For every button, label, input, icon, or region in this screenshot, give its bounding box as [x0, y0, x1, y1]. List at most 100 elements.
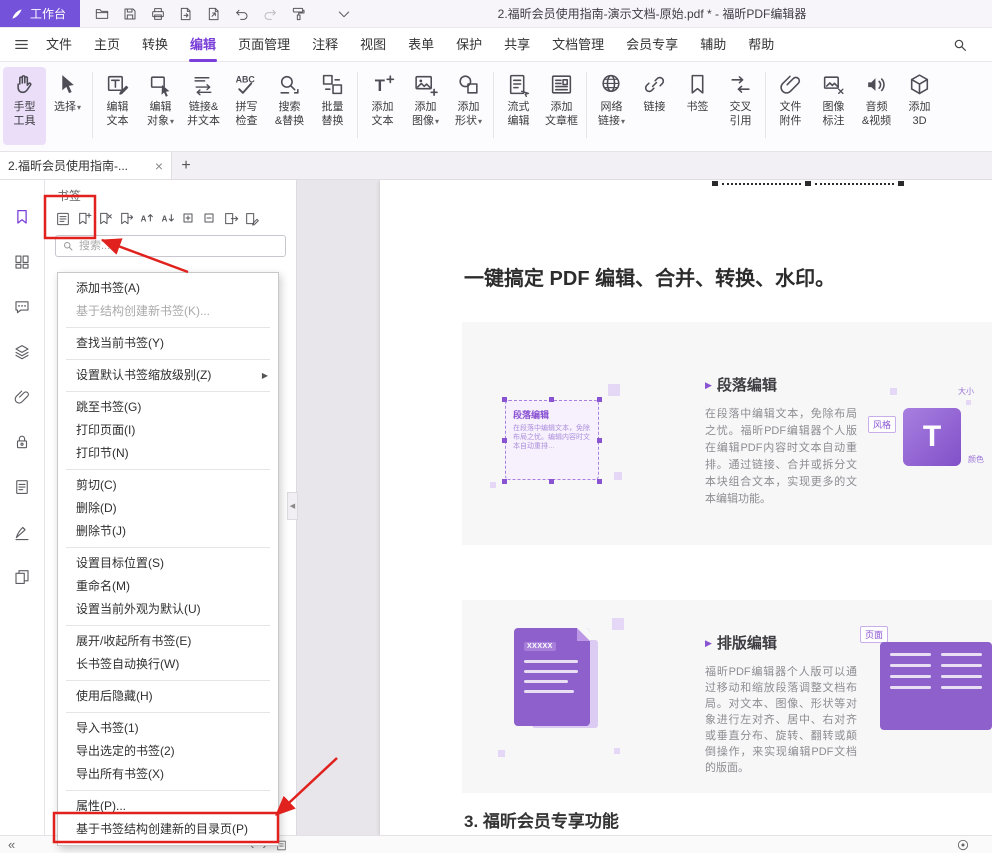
customize-toolbar-icon[interactable]: [336, 6, 352, 22]
context-menu-item[interactable]: 跳至书签(G): [58, 396, 278, 419]
bookmark-search[interactable]: [55, 235, 286, 257]
attachments-panel-icon[interactable]: [13, 388, 31, 406]
bookmarks-panel-icon[interactable]: [13, 208, 31, 226]
ribbon-file-attachment[interactable]: 文件附件: [769, 67, 812, 145]
context-menu-item[interactable]: 删除(D): [58, 497, 278, 520]
context-menu-item[interactable]: 基于书签结构创建新的目录页(P): [58, 818, 278, 841]
context-menu-item[interactable]: 打印页面(I): [58, 419, 278, 442]
menu-comment[interactable]: 注释: [301, 28, 349, 62]
menu-doc-manage[interactable]: 文档管理: [541, 28, 615, 62]
cross-reference-icon: [728, 72, 753, 97]
ribbon-search-replace[interactable]: 搜索&替换: [268, 67, 311, 145]
ribbon-add-article-box[interactable]: 添加文章框: [540, 67, 583, 145]
ribbon-audio-video[interactable]: 音频&视频: [855, 67, 898, 145]
ribbon-link[interactable]: 链接: [633, 67, 676, 145]
export-bookmarks-icon[interactable]: [223, 211, 239, 227]
redo-icon[interactable]: [262, 6, 278, 22]
ribbon-add-image[interactable]: 添加图像▾: [404, 67, 447, 145]
menu-help[interactable]: 帮助: [737, 28, 785, 62]
fields-panel-icon[interactable]: [13, 478, 31, 496]
collapse-bookmarks-icon[interactable]: [202, 211, 218, 227]
context-menu-item[interactable]: 基于结构创建新书签(K)...: [58, 300, 278, 323]
layers-panel-icon[interactable]: [13, 343, 31, 361]
security-panel-icon[interactable]: [13, 433, 31, 451]
ribbon-web-link[interactable]: 网络链接▾: [590, 67, 633, 145]
context-menu-item[interactable]: 导入书签(1): [58, 717, 278, 740]
card-body: 福昕PDF编辑器个人版可以通过移动和缩放段落调整文档布局。对文本、图像、形状等对…: [705, 664, 857, 776]
context-menu-item[interactable]: 设置默认书签缩放级别(Z)▶: [58, 364, 278, 387]
share-doc-icon[interactable]: [206, 6, 222, 22]
menu-home[interactable]: 主页: [83, 28, 131, 62]
demote-bookmark-icon[interactable]: A: [160, 211, 176, 227]
context-menu-item[interactable]: 设置当前外观为默认(U): [58, 598, 278, 621]
ribbon-add-3d[interactable]: 添加3D: [898, 67, 941, 145]
ribbon-bookmark[interactable]: 书签: [676, 67, 719, 145]
context-menu-item[interactable]: 使用后隐藏(H): [58, 685, 278, 708]
ribbon-hand-tool[interactable]: 手型工具: [3, 67, 46, 145]
signature-panel-icon[interactable]: [13, 523, 31, 541]
export-pdf-icon[interactable]: [178, 6, 194, 22]
context-menu-item[interactable]: 展开/收起所有书签(E): [58, 630, 278, 653]
menu-edit[interactable]: 编辑: [179, 28, 227, 62]
context-menu-item[interactable]: 导出所有书签(X): [58, 763, 278, 786]
bookmark-properties-icon[interactable]: [244, 211, 260, 227]
ribbon-batch-replace[interactable]: 批量替换: [311, 67, 354, 145]
ribbon-flow-edit[interactable]: 流式编辑: [497, 67, 540, 145]
context-menu-item[interactable]: 剪切(C): [58, 474, 278, 497]
context-menu-item[interactable]: 添加书签(A): [58, 277, 278, 300]
document-area[interactable]: 一键搞定 PDF 编辑、合并、转换、水印。 段落编辑 在段落中编辑文本，免除布局…: [298, 180, 992, 835]
context-menu-item[interactable]: 打印节(N): [58, 442, 278, 465]
page-badge: 页面: [860, 626, 888, 643]
menu-page-manage[interactable]: 页面管理: [227, 28, 301, 62]
ribbon-select-tool[interactable]: 选择▾: [46, 67, 89, 145]
menu-convert[interactable]: 转换: [131, 28, 179, 62]
focus-mode-icon[interactable]: [956, 838, 970, 852]
context-menu-item[interactable]: 删除节(J): [58, 520, 278, 543]
context-menu-item[interactable]: 查找当前书签(Y): [58, 332, 278, 355]
collapse-panels-icon[interactable]: «: [8, 837, 15, 853]
context-menu-item[interactable]: 属性(P)...: [58, 795, 278, 818]
format-painter-icon[interactable]: [290, 6, 306, 22]
open-file-icon[interactable]: [94, 6, 110, 22]
context-menu-item[interactable]: 长书签自动换行(W): [58, 653, 278, 676]
promote-bookmark-icon[interactable]: A: [139, 211, 155, 227]
tab-close-icon[interactable]: ×: [155, 159, 163, 173]
ribbon-add-text[interactable]: T添加文本: [361, 67, 404, 145]
ribbon-link-join-text[interactable]: 链接&并文本: [182, 67, 225, 145]
menu-form[interactable]: 表单: [397, 28, 445, 62]
bookmark-search-input[interactable]: [79, 240, 279, 252]
ribbon-add-shape[interactable]: 添加形状▾: [447, 67, 490, 145]
collapse-panel-handle[interactable]: ◀: [287, 492, 298, 520]
new-tab-button[interactable]: +: [172, 152, 200, 179]
undo-icon[interactable]: [234, 6, 250, 22]
save-icon[interactable]: [122, 6, 138, 22]
hamburger-menu-icon[interactable]: [13, 36, 30, 53]
print-icon[interactable]: [150, 6, 166, 22]
menu-view[interactable]: 视图: [349, 28, 397, 62]
context-menu-item[interactable]: 导出选定的书签(2): [58, 740, 278, 763]
ribbon-image-annotation[interactable]: 图像标注: [812, 67, 855, 145]
ribbon-spell-check[interactable]: ABC拼写检查: [225, 67, 268, 145]
ribbon-edit-object[interactable]: 编辑对象▾: [139, 67, 182, 145]
menu-protect[interactable]: 保护: [445, 28, 493, 62]
ribbon-label: 替换: [322, 114, 344, 128]
menu-share[interactable]: 共享: [493, 28, 541, 62]
menu-assist[interactable]: 辅助: [689, 28, 737, 62]
menu-file[interactable]: 文件: [35, 28, 83, 62]
destinations-panel-icon[interactable]: [13, 568, 31, 586]
expand-bookmarks-icon[interactable]: [181, 211, 197, 227]
context-menu-item[interactable]: 重命名(M): [58, 575, 278, 598]
menu-member[interactable]: 会员专享: [615, 28, 689, 62]
comments-panel-icon[interactable]: [13, 298, 31, 316]
set-destination-icon[interactable]: [118, 211, 134, 227]
add-bookmark-icon[interactable]: [76, 211, 92, 227]
ribbon-cross-reference[interactable]: 交叉引用: [719, 67, 762, 145]
create-toc-page-icon[interactable]: [55, 211, 71, 227]
page-thumbnails-icon[interactable]: [13, 253, 31, 271]
context-menu-item[interactable]: 设置目标位置(S): [58, 552, 278, 575]
document-tab[interactable]: 2.福昕会员使用指南-... ×: [0, 152, 172, 179]
delete-bookmark-icon[interactable]: [97, 211, 113, 227]
search-icon[interactable]: [952, 37, 968, 53]
workspace-button[interactable]: 工作台: [0, 0, 80, 27]
ribbon-edit-text[interactable]: 编辑文本: [96, 67, 139, 145]
